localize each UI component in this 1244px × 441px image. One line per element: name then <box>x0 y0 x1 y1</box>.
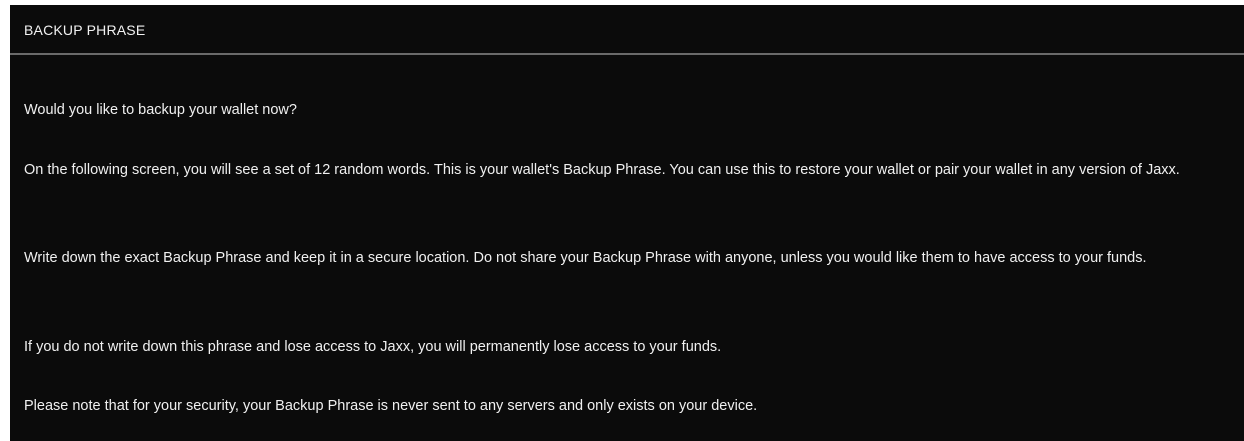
backup-phrase-dialog: BACKUP PHRASE Would you like to backup y… <box>10 5 1244 441</box>
dialog-title: BACKUP PHRASE <box>24 22 146 38</box>
info-paragraph-write-down: Write down the exact Backup Phrase and k… <box>24 250 1147 266</box>
info-paragraph-random-words: On the following screen, you will see a … <box>24 162 1180 178</box>
dialog-header: BACKUP PHRASE <box>10 5 1244 55</box>
backup-question: Would you like to backup your wallet now… <box>24 102 297 118</box>
info-paragraph-security-note: Please note that for your security, your… <box>24 398 758 414</box>
info-paragraph-lose-access: If you do not write down this phrase and… <box>24 339 722 355</box>
